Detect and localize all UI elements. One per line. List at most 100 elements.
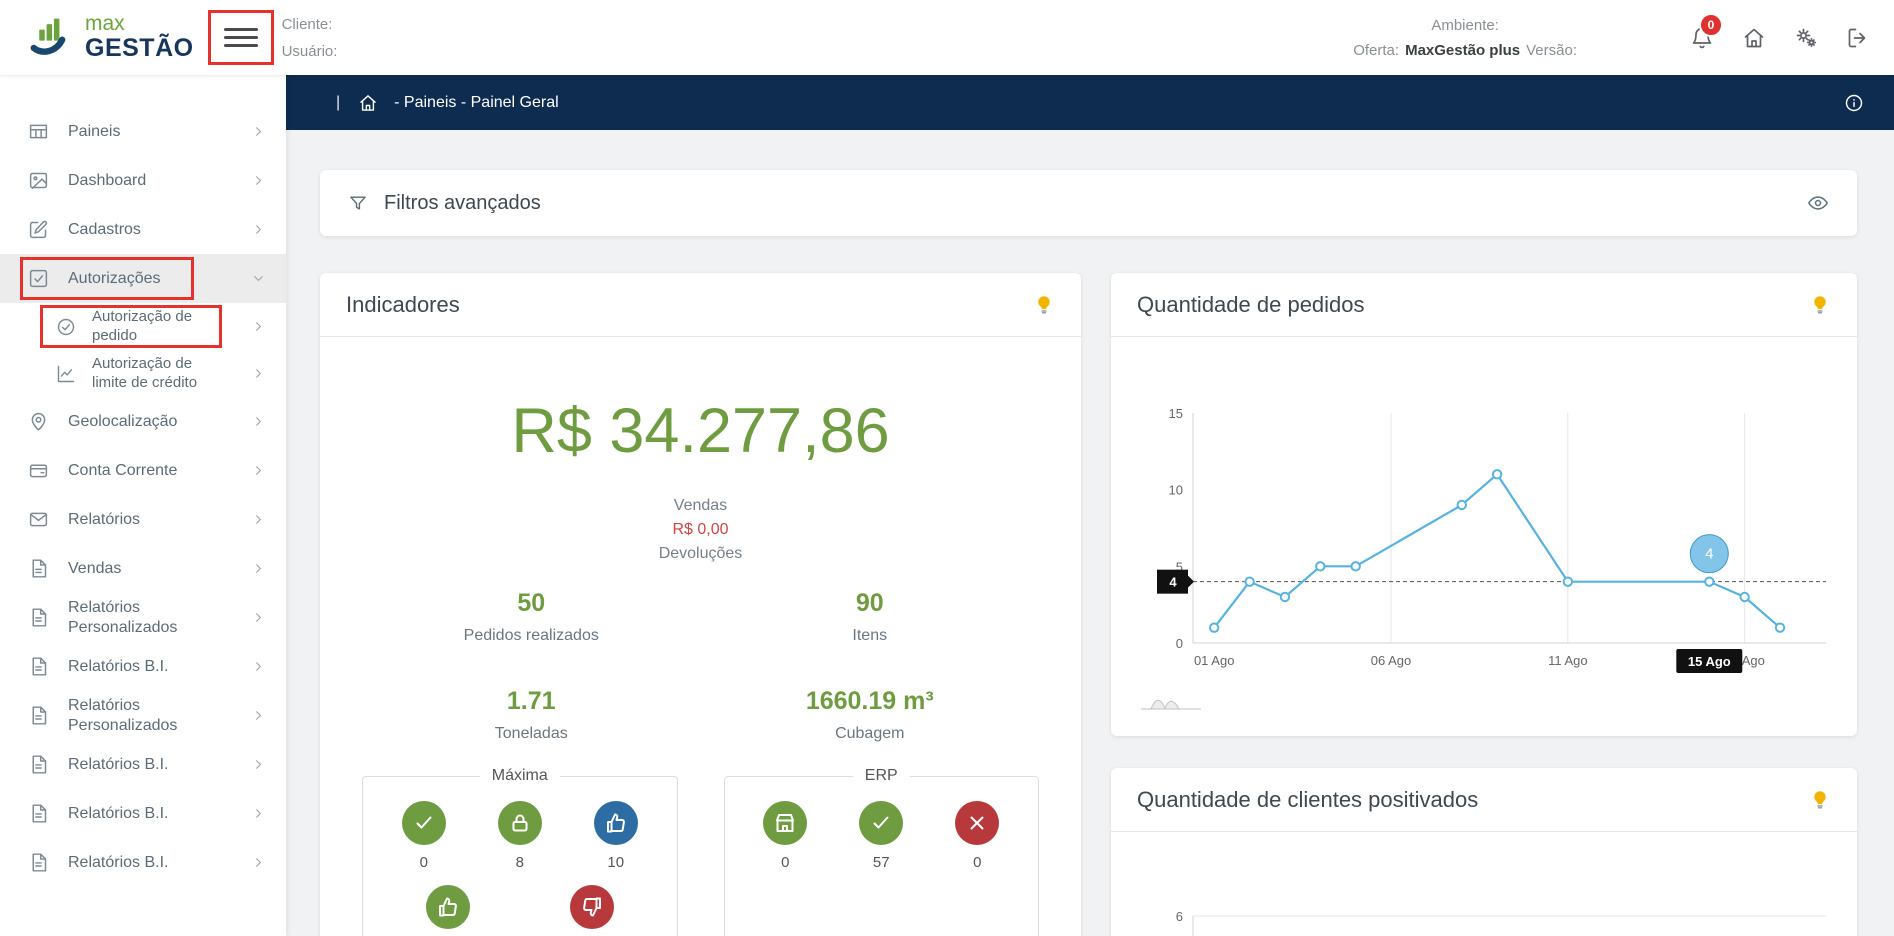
- sales-label: Vendas: [362, 497, 1039, 515]
- sidebar-item-label: Conta Corrente: [68, 461, 226, 481]
- clients-chart-title: Quantidade de clientes positivados: [1137, 787, 1478, 813]
- notification-badge: 0: [1699, 13, 1723, 37]
- stat-label: Toneladas: [362, 725, 701, 743]
- filters-title: Filtros avançados: [384, 192, 541, 215]
- chevron-right-icon: [251, 512, 266, 527]
- sidebar-item-relatorios-b-i[interactable]: Relatórios B.I.: [0, 740, 286, 789]
- sidebar-item-relatorios-personalizados[interactable]: Relatórios Personalizados: [0, 691, 286, 740]
- lightbulb-icon: [1033, 294, 1055, 316]
- indicators-card: Indicadores R$ 34.277,86 Vendas R$ 0,00 …: [320, 273, 1081, 936]
- file-icon: [28, 754, 49, 775]
- logout-button[interactable]: [1846, 26, 1870, 50]
- menu-toggle-button[interactable]: [224, 23, 258, 52]
- svg-text:01 Ago: 01 Ago: [1194, 653, 1235, 668]
- sidebar-item-autorizacao-de-limite-de-credito[interactable]: Autorização de limite de crédito: [0, 350, 286, 397]
- orders-line-chart[interactable]: 05101501 Ago06 Ago11 Ago16 Ago415 Ago4: [1131, 351, 1837, 723]
- sidebar-item-label: Relatórios: [68, 510, 226, 530]
- svg-text:15 Ago: 15 Ago: [1688, 654, 1731, 669]
- chevron-right-icon: [251, 414, 266, 429]
- content-area: | - Paineis - Painel Geral Filtros avanç…: [286, 75, 1894, 936]
- header-actions: 0: [1690, 26, 1870, 50]
- chevron-right-icon: [251, 222, 266, 237]
- thumb-up-icon: [436, 895, 460, 919]
- metric-count: 10: [607, 854, 624, 871]
- sidebar-item-relatorios-personalizados[interactable]: Relatórios Personalizados: [0, 593, 286, 642]
- filter-icon: [348, 193, 368, 213]
- table-icon: [28, 121, 49, 142]
- home-button[interactable]: [1742, 26, 1766, 50]
- sidebar-item-cadastros[interactable]: Cadastros: [0, 205, 286, 254]
- clients-chart-card: Quantidade de clientes positivados 6: [1111, 768, 1857, 936]
- thumb-down-icon: [580, 895, 604, 919]
- hint-bulb-button[interactable]: [1809, 789, 1831, 811]
- sidebar-item-relatorios-b-i[interactable]: Relatórios B.I.: [0, 642, 286, 691]
- stat-itens: 90 Itens: [701, 589, 1040, 645]
- hint-bulb-button[interactable]: [1809, 294, 1831, 316]
- file-icon: [28, 656, 49, 677]
- stat-cubagem: 1660.19 m³Cubagem: [701, 687, 1040, 743]
- group-maxima: Máxima0810128: [362, 767, 678, 936]
- sidebar-item-label: Relatórios B.I.: [68, 657, 226, 677]
- metric-x: 0: [955, 801, 999, 871]
- metric-count: 0: [781, 854, 789, 871]
- file-icon: [28, 803, 49, 824]
- gears-icon: [1794, 26, 1818, 50]
- clients-line-chart[interactable]: 6: [1131, 846, 1837, 936]
- logo-icon: [30, 15, 76, 59]
- metric-count: 0: [420, 854, 428, 871]
- sidebar-item-dashboard[interactable]: Dashboard: [0, 156, 286, 205]
- hint-bulb-button[interactable]: [1033, 294, 1055, 316]
- file-icon: [28, 705, 49, 726]
- svg-text:4: 4: [1169, 575, 1177, 590]
- sidebar-item-vendas[interactable]: Vendas: [0, 544, 286, 593]
- notifications-button[interactable]: 0: [1690, 26, 1714, 50]
- envelope-icon: [28, 509, 49, 530]
- sidebar-item-label: Vendas: [68, 559, 226, 579]
- stat-value: 90: [701, 589, 1040, 618]
- stat-toneladas: 1.71 Toneladas: [362, 687, 701, 743]
- lightbulb-icon: [1809, 789, 1831, 811]
- chevron-right-icon: [251, 659, 266, 674]
- sidebar-item-autorizacao-de-pedido[interactable]: Autorização de pedido: [0, 303, 286, 350]
- client-label: Cliente:: [282, 16, 338, 33]
- info-button[interactable]: [1844, 93, 1864, 113]
- sidebar-item-paineis[interactable]: Paineis: [0, 107, 286, 156]
- indicator-groups: Máxima0810128ERP0570: [362, 767, 1039, 936]
- chevron-right-icon: [251, 757, 266, 772]
- sidebar-item-label: Autorização de limite de crédito: [92, 355, 210, 393]
- sidebar-item-conta-corrente[interactable]: Conta Corrente: [0, 446, 286, 495]
- info-icon: [1844, 93, 1864, 113]
- sidebar-item-autorizacoes[interactable]: Autorizações: [0, 254, 286, 303]
- sidebar-item-label: Paineis: [68, 122, 226, 142]
- metric-lock: 8: [498, 801, 542, 871]
- image-icon: [28, 170, 49, 191]
- sidebar-item-label: Autorização de pedido: [92, 308, 210, 346]
- stat-value: 1.71: [362, 687, 701, 716]
- sidebar-item-relatorios[interactable]: Relatórios: [0, 495, 286, 544]
- breadcrumb-separator: |: [336, 94, 340, 112]
- breadcrumb-home[interactable]: [358, 93, 378, 113]
- file-icon: [28, 852, 49, 873]
- advanced-filters-panel[interactable]: Filtros avançados: [320, 170, 1857, 236]
- sidebar-item-relatorios-b-i[interactable]: Relatórios B.I.: [0, 789, 286, 838]
- svg-text:6: 6: [1176, 909, 1183, 924]
- chevron-right-icon: [251, 855, 266, 870]
- settings-button[interactable]: [1794, 26, 1818, 50]
- app-header: max GESTÃO Cliente: Usuário: Ambiente: O…: [0, 0, 1894, 75]
- sidebar-item-label: Dashboard: [68, 171, 226, 191]
- group-legend: Máxima: [480, 767, 560, 785]
- stat-label: Itens: [701, 627, 1040, 645]
- sidebar-item-geolocalizacao[interactable]: Geolocalização: [0, 397, 286, 446]
- session-info: Cliente: Usuário:: [282, 16, 338, 60]
- visibility-toggle[interactable]: [1807, 192, 1829, 214]
- sidebar-item-label: Relatórios Personalizados: [68, 598, 226, 638]
- metric-thumb-down: 8: [570, 885, 614, 936]
- stat-label: Cubagem: [701, 725, 1040, 743]
- sidebar-item-relatorios-b-i[interactable]: Relatórios B.I.: [0, 838, 286, 887]
- app-logo[interactable]: max GESTÃO: [30, 13, 194, 61]
- chevron-right-icon: [251, 319, 266, 334]
- metric-count: 8: [516, 854, 524, 871]
- svg-text:06 Ago: 06 Ago: [1371, 653, 1412, 668]
- sidebar-item-label: Geolocalização: [68, 412, 226, 432]
- svg-text:0: 0: [1176, 636, 1183, 651]
